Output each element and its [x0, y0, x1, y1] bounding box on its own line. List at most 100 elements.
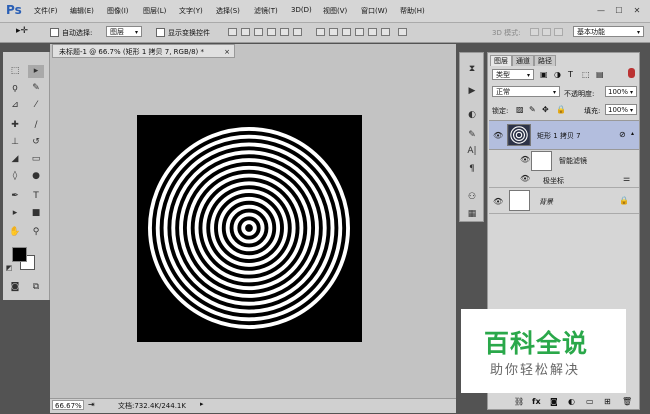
auto-align-icon[interactable] [398, 28, 407, 36]
filter-shape-icon[interactable]: ⬚ [582, 70, 590, 79]
auto-select-dropdown[interactable]: 图层 ▾ [106, 26, 142, 37]
lasso-tool-icon[interactable]: ϙ [7, 82, 23, 95]
marquee-tool-icon[interactable]: ⬚ [7, 65, 23, 78]
visibility-eye-icon[interactable]: 👁 [493, 131, 503, 140]
brush-tool-icon[interactable]: ∕ [28, 119, 44, 132]
screen-mode-icon[interactable]: ⧉ [28, 281, 44, 294]
blend-mode-dropdown[interactable]: 正常 ▾ [492, 86, 560, 97]
align-vcenter-icon[interactable] [241, 28, 250, 36]
move-tool-icon[interactable]: ▸✛ [16, 26, 28, 36]
mask-icon[interactable]: ◙ [550, 397, 558, 406]
actions-panel-icon[interactable]: ▶ [465, 85, 479, 97]
layer-row-smart-filter[interactable]: 👁 智能滤镜 [489, 150, 639, 172]
filter-options-icon[interactable]: ⚌ [623, 174, 630, 183]
menu-select[interactable]: 选择(S) [216, 6, 240, 16]
gradient-tool-icon[interactable]: ▭ [28, 153, 44, 166]
align-left-icon[interactable] [267, 28, 276, 36]
3d-panel-icon[interactable]: ⚇ [465, 191, 479, 203]
brush-panel-icon[interactable]: ✎ [465, 129, 479, 141]
dodge-tool-icon[interactable]: ● [28, 170, 44, 183]
minimize-button[interactable]: — [595, 5, 607, 16]
layer-name[interactable]: 矩形 1 拷贝 7 [537, 131, 581, 141]
document-tab[interactable]: 未标题-1 @ 66.7% (矩形 1 拷贝 7, RGB/8) * × [52, 44, 235, 58]
menu-view[interactable]: 视图(V) [323, 6, 347, 16]
filter-kind-dropdown[interactable]: 类型 ▾ [492, 69, 534, 80]
foreground-color-swatch[interactable] [12, 247, 27, 262]
quick-select-tool-icon[interactable]: ✎ [28, 82, 44, 95]
workspace-dropdown[interactable]: 基本功能 ▾ [573, 26, 644, 37]
filter-smart-object-icon[interactable]: ▤ [596, 70, 604, 79]
quick-mask-icon[interactable]: ◙ [7, 281, 23, 294]
distribute-right-icon[interactable] [381, 28, 390, 36]
menu-window[interactable]: 窗口(W) [361, 6, 387, 16]
type-tool-icon[interactable]: T [28, 190, 44, 203]
hand-tool-icon[interactable]: ✋ [7, 226, 23, 239]
trash-icon[interactable]: 🗑 [622, 397, 632, 406]
filter-type-icon[interactable]: T [568, 70, 573, 79]
default-colors-icon[interactable]: ◩ [5, 262, 13, 275]
menu-layer[interactable]: 图层(L) [143, 6, 166, 16]
align-top-icon[interactable] [228, 28, 237, 36]
menu-file[interactable]: 文件(F) [34, 6, 58, 16]
auto-select-checkbox[interactable] [50, 28, 59, 37]
align-hcenter-icon[interactable] [280, 28, 289, 36]
menu-image[interactable]: 图像(I) [107, 6, 129, 16]
eraser-tool-icon[interactable]: ◢ [7, 153, 23, 166]
layer-row-background[interactable]: 👁 背景 🔒 [489, 187, 639, 214]
crop-tool-icon[interactable]: ⊿ [7, 99, 23, 112]
group-icon[interactable]: ▭ [586, 397, 594, 406]
menu-edit[interactable]: 编辑(E) [70, 6, 94, 16]
distribute-left-icon[interactable] [355, 28, 364, 36]
paragraph-panel-icon[interactable]: ¶ [465, 163, 479, 175]
pen-tool-icon[interactable]: ✒ [7, 190, 23, 203]
filter-toggle-icon[interactable] [628, 68, 635, 78]
tab-channels[interactable]: 通道 [512, 55, 534, 66]
lock-position-icon[interactable]: ✥ [542, 105, 549, 114]
filter-pixel-icon[interactable]: ▣ [540, 70, 548, 79]
export-icon[interactable]: ⇥ [88, 400, 95, 409]
move-tool-icon[interactable]: ▸ [28, 65, 44, 78]
link-icon[interactable]: ⛓ [514, 397, 524, 406]
adjustment-icon[interactable]: ◐ [568, 397, 575, 406]
show-transform-checkbox[interactable] [156, 28, 165, 37]
rectangle-tool-icon[interactable]: ■ [28, 207, 44, 220]
close-button[interactable]: ✕ [631, 5, 643, 16]
swatches-panel-icon[interactable]: ▦ [465, 208, 479, 220]
eyedropper-tool-icon[interactable]: ⁄ [28, 99, 44, 112]
layer-row-polar-coordinates[interactable]: 👁 极坐标 ⚌ [489, 172, 639, 187]
distribute-bottom-icon[interactable] [342, 28, 351, 36]
menu-help[interactable]: 帮助(H) [400, 6, 425, 16]
distribute-vcenter-icon[interactable] [329, 28, 338, 36]
healing-brush-tool-icon[interactable]: ✚ [7, 119, 23, 132]
canvas[interactable] [137, 115, 362, 342]
blur-tool-icon[interactable]: ◊ [7, 170, 23, 183]
visibility-eye-icon[interactable]: 👁 [493, 197, 503, 206]
menu-3d[interactable]: 3D(D) [291, 6, 312, 14]
fx-icon[interactable]: fx [532, 397, 541, 406]
lock-image-icon[interactable]: ✎ [529, 105, 536, 114]
adjustments-panel-icon[interactable]: ◐ [465, 109, 479, 121]
menu-type[interactable]: 文字(Y) [179, 6, 203, 16]
new-layer-icon[interactable]: ⊞ [604, 397, 611, 406]
visibility-eye-icon[interactable]: 👁 [520, 155, 530, 164]
distribute-hcenter-icon[interactable] [368, 28, 377, 36]
zoom-field[interactable]: 66.67% [52, 400, 84, 410]
layer-name[interactable]: 背景 [539, 197, 553, 207]
lock-all-icon[interactable]: 🔒 [556, 105, 566, 114]
opacity-field[interactable]: 100% ▾ [605, 86, 637, 97]
status-menu-arrow-icon[interactable]: ▸ [200, 400, 204, 408]
close-tab-icon[interactable]: × [224, 45, 230, 59]
distribute-top-icon[interactable] [316, 28, 325, 36]
align-bottom-icon[interactable] [254, 28, 263, 36]
menu-filter[interactable]: 滤镜(T) [254, 6, 278, 16]
fill-field[interactable]: 100% ▾ [605, 104, 637, 115]
zoom-tool-icon[interactable]: ⚲ [28, 226, 44, 239]
layer-row-shape-copy[interactable]: 👁 矩形 1 拷贝 7 ⊘ ▴ [489, 120, 639, 150]
tab-layers[interactable]: 图层 [490, 55, 512, 66]
visibility-eye-icon[interactable]: 👁 [520, 174, 530, 183]
history-brush-tool-icon[interactable]: ↺ [28, 136, 44, 149]
filter-adjustment-icon[interactable]: ◑ [554, 70, 561, 79]
history-panel-icon[interactable]: ⧗ [465, 63, 479, 75]
path-select-tool-icon[interactable]: ▸ [7, 207, 23, 220]
collapse-arrow-icon[interactable]: ▴ [631, 130, 634, 137]
